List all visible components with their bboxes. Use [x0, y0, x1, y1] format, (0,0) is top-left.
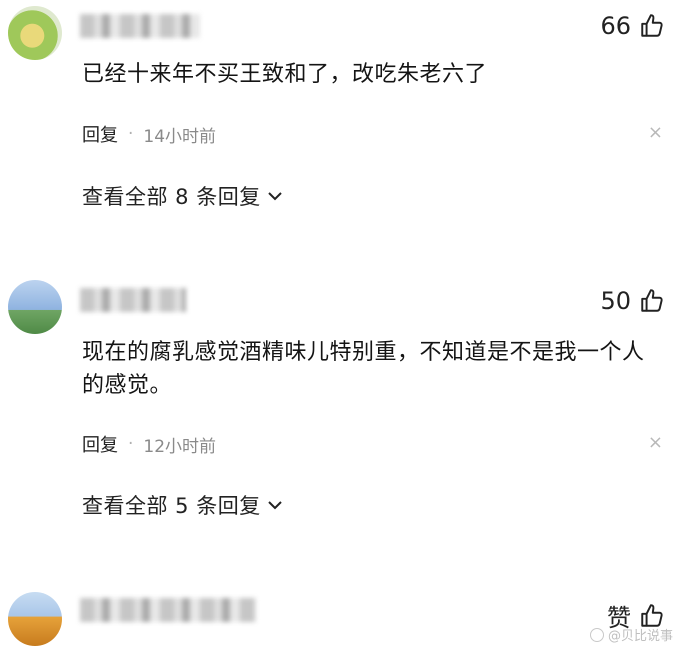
username-blurred[interactable] — [80, 598, 256, 622]
timestamp: 14小时前 — [143, 126, 217, 147]
thumbs-up-icon — [641, 289, 663, 312]
like-button[interactable]: 66 — [600, 12, 665, 40]
like-count: 66 — [600, 12, 631, 40]
reply-button[interactable]: 回复 — [82, 121, 118, 147]
username-blurred[interactable] — [80, 288, 186, 312]
close-icon[interactable]: × — [648, 432, 663, 453]
view-replies-button[interactable]: 查看全部 5 条回复 — [82, 490, 283, 520]
view-replies-label: 查看全部 8 条回复 — [82, 185, 261, 209]
watermark-logo-icon — [589, 627, 604, 642]
comment-text: 现在的腐乳感觉酒精味儿特别重，不知道是不是我一个人的感觉。 — [82, 340, 645, 398]
like-button[interactable]: 50 — [600, 287, 665, 315]
avatar[interactable] — [8, 6, 62, 60]
watermark: @贝比说事 — [589, 625, 673, 644]
chevron-down-icon — [268, 501, 282, 510]
separator-dot: · — [128, 434, 134, 454]
username-blurred[interactable] — [80, 14, 200, 38]
separator-dot: · — [128, 124, 134, 144]
reply-button[interactable]: 回复 — [82, 431, 118, 457]
comment-meta: 回复 · 14小时前 — [82, 121, 216, 147]
view-replies-button[interactable]: 查看全部 8 条回复 — [82, 181, 283, 211]
view-replies-label: 查看全部 5 条回复 — [82, 494, 261, 518]
thumbs-up-icon — [641, 14, 663, 37]
like-count: 50 — [600, 287, 631, 315]
watermark-text: @贝比说事 — [607, 629, 673, 644]
comment-meta: 回复 · 12小时前 — [82, 431, 216, 457]
comment-text: 已经十来年不买王致和了，改吃朱老六了 — [82, 62, 488, 87]
avatar[interactable] — [8, 280, 62, 334]
timestamp: 12小时前 — [143, 436, 217, 457]
chevron-down-icon — [268, 192, 282, 201]
avatar[interactable] — [8, 592, 62, 646]
close-icon[interactable]: × — [648, 122, 663, 143]
